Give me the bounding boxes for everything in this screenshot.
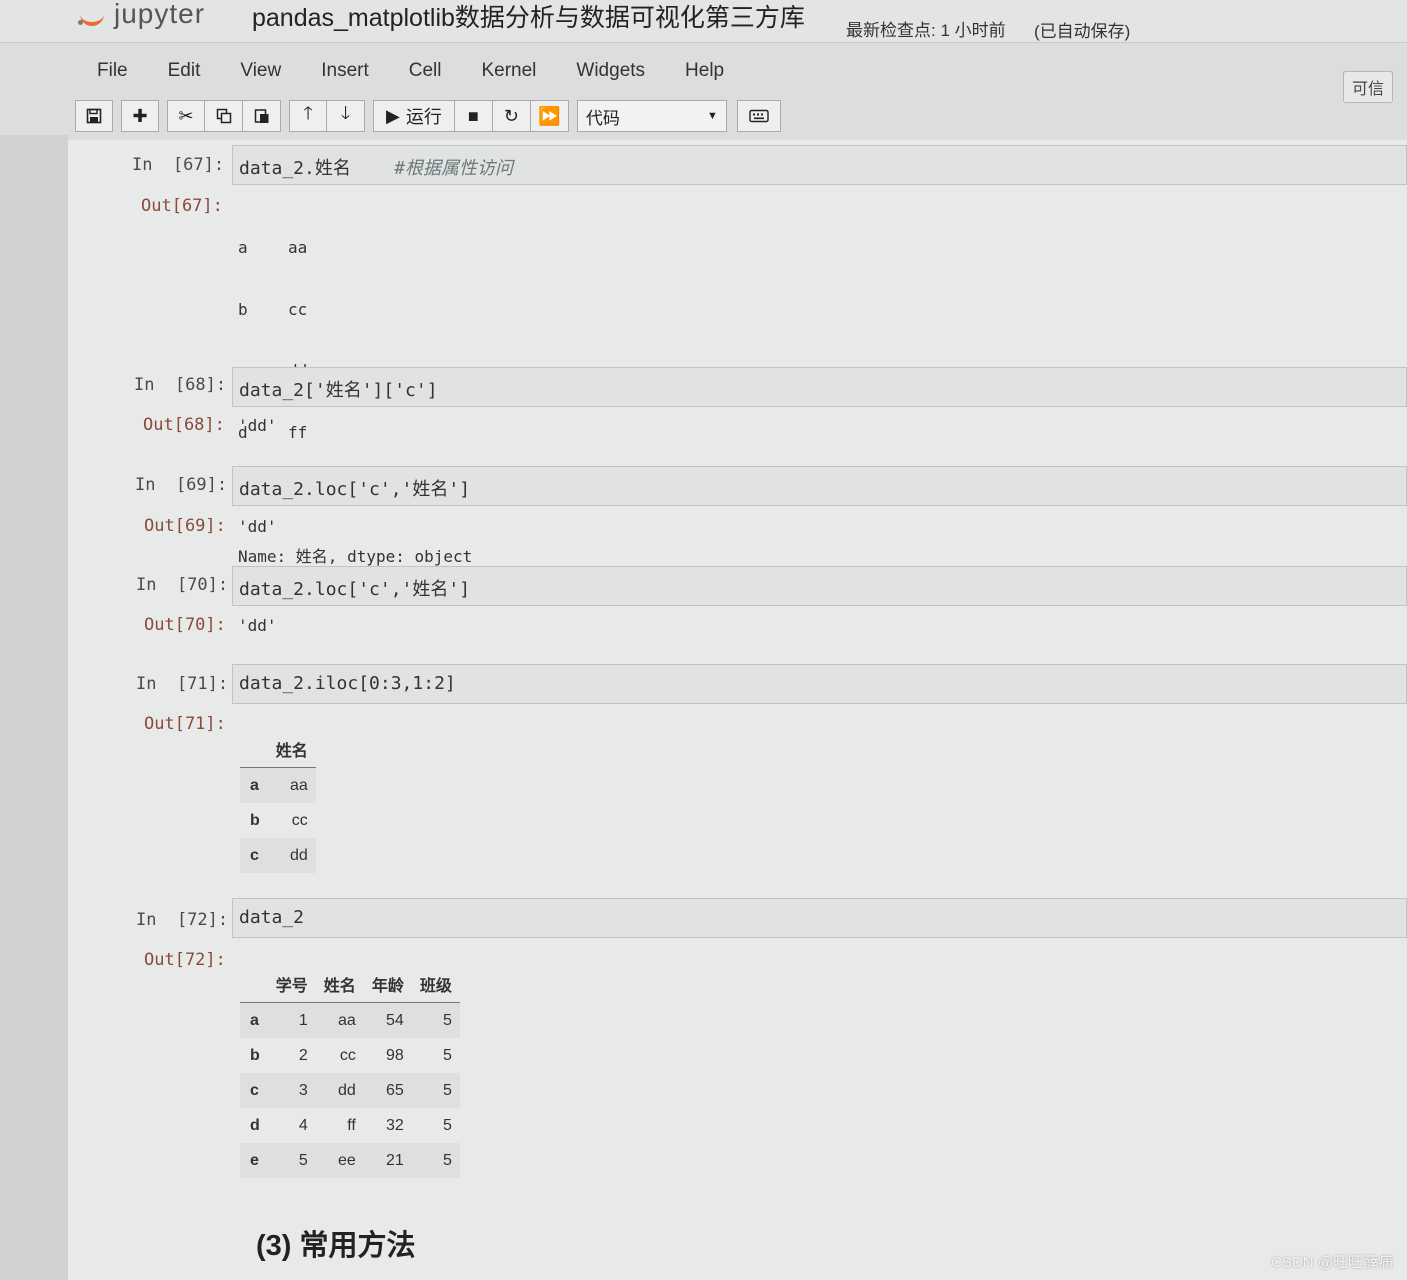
output-prompt: Out[72]: (144, 950, 226, 970)
menu-kernel[interactable]: Kernel (481, 60, 536, 82)
copy-button[interactable] (205, 100, 243, 132)
interrupt-button[interactable]: ■ (454, 100, 493, 132)
menu-widgets[interactable]: Widgets (576, 60, 645, 82)
refresh-icon: ↻ (503, 105, 519, 126)
table-row: d 4 ff 32 5 (250, 1116, 452, 1134)
scissors-icon: ✂ (178, 105, 194, 126)
move-down-button[interactable]: 🡓 (327, 100, 365, 132)
jupyter-logo-icon (78, 4, 106, 26)
code-cell-input[interactable]: data_2.loc['c','姓名'] (232, 466, 1407, 506)
column-header: 班级 (411, 966, 460, 1003)
menu-insert[interactable]: Insert (321, 60, 369, 82)
page-margin (0, 135, 68, 1280)
output-prompt: Out[67]: (141, 196, 223, 216)
autosave-status: (已自动保存) (1034, 22, 1131, 41)
arrow-down-icon: 🡓 (340, 103, 351, 123)
menu-edit[interactable]: Edit (168, 60, 201, 82)
dataframe-output: 姓名 a aa b cc c dd (240, 731, 316, 873)
paste-icon (254, 109, 268, 123)
cut-button[interactable]: ✂ (167, 100, 205, 132)
code-cell-input[interactable]: data_2 (232, 898, 1407, 938)
insert-cell-button[interactable]: ✚ (121, 100, 159, 132)
command-palette-button[interactable] (736, 100, 781, 132)
output-prompt: Out[70]: (144, 615, 226, 635)
plus-icon: ✚ (132, 105, 148, 126)
code-cell-input[interactable]: data_2.loc['c','姓名'] (232, 566, 1407, 606)
stop-icon: ■ (467, 105, 479, 126)
series-row: b cc (238, 299, 308, 319)
cell-output: 'dd' (238, 616, 277, 635)
table-header-row: 姓名 (240, 731, 316, 768)
dropdown-caret-icon: ▼ (706, 110, 718, 122)
code-cell-input[interactable]: data_2['姓名']['c'] (232, 367, 1407, 407)
keyboard-icon (749, 109, 769, 123)
column-header: 姓名 (267, 731, 316, 768)
input-prompt: In [68]: (134, 375, 227, 395)
table-row: b cc (250, 811, 308, 829)
code-cell-input[interactable]: data_2.姓名 #根据属性访问 (232, 145, 1407, 185)
table-row: a aa (240, 767, 316, 803)
table-row: c dd (240, 838, 316, 873)
input-prompt: In [67]: (132, 155, 225, 175)
logo-text: jupyter (114, 0, 206, 29)
restart-run-all-button[interactable]: ⏩ (530, 100, 569, 132)
code-comment: #根据属性访问 (394, 158, 514, 179)
paste-button[interactable] (243, 100, 281, 132)
menu-file[interactable]: File (97, 60, 128, 82)
markdown-heading: (3) 常用方法 (256, 1230, 416, 1262)
code-cell-input[interactable]: data_2.iloc[0:3,1:2] (232, 664, 1407, 704)
output-prompt: Out[69]: (144, 516, 226, 536)
output-prompt: Out[68]: (143, 415, 225, 435)
restart-button[interactable]: ↻ (492, 100, 531, 132)
input-prompt: In [71]: (136, 674, 229, 694)
input-prompt: In [69]: (135, 475, 228, 495)
toolbar: ✚ ✂ 🡑 🡓 ▶ 运行 ■ ↻ ⏩ 代码 ▼ (75, 98, 781, 134)
notebook-title[interactable]: pandas_matplotlib数据分析与数据可视化第三方库 (252, 0, 805, 34)
cell-type-value: 代码 (585, 108, 620, 128)
arrow-up-icon: 🡑 (303, 103, 313, 123)
copy-icon (216, 108, 231, 124)
series-footer: Name: 姓名, dtype: object (238, 547, 473, 567)
input-prompt: In [72]: (136, 910, 229, 930)
fast-forward-icon: ⏩ (538, 105, 561, 126)
dataframe-output: 学号 姓名 年龄 班级 a 1 aa 54 5 b 2 cc 98 5 c 3 dd 65 5 d 4 ff… (240, 966, 460, 1178)
table-row: c 3 dd 65 5 (240, 1073, 460, 1108)
jupyter-logo[interactable]: jupyter (78, 0, 205, 34)
cell-output: 'dd' (238, 517, 277, 536)
table-row: e 5 ee 21 5 (240, 1143, 460, 1178)
menu-cell[interactable]: Cell (409, 60, 442, 82)
table-header-row: 学号 姓名 年龄 班级 (240, 966, 460, 1003)
checkpoint-status: 最新检查点: 1 小时前 (846, 21, 1006, 40)
column-header: 姓名 (315, 966, 364, 1003)
move-up-button[interactable]: 🡑 (289, 100, 327, 132)
code-text: data_2.姓名 (239, 158, 351, 179)
run-button[interactable]: ▶ 运行 (373, 100, 455, 132)
series-row: a aa (238, 238, 308, 258)
save-button[interactable] (75, 100, 113, 132)
output-prompt: Out[71]: (144, 714, 226, 734)
notebook-header: jupyter pandas_matplotlib数据分析与数据可视化第三方库 … (0, 0, 1407, 43)
menu-bar: File Edit View Insert Cell Kernel Widget… (75, 48, 1407, 94)
column-header: 年龄 (363, 966, 412, 1003)
menu-help[interactable]: Help (685, 60, 724, 82)
cell-type-select[interactable]: 代码 ▼ (576, 100, 727, 132)
run-label: 运行 (405, 107, 442, 127)
column-header: 学号 (267, 966, 316, 1003)
cell-output: 'dd' (238, 416, 277, 435)
save-icon (86, 108, 102, 124)
table-row: b 2 cc 98 5 (250, 1046, 452, 1064)
table-row: a 1 aa 54 5 (240, 1002, 460, 1038)
input-prompt: In [70]: (136, 575, 229, 595)
menu-view[interactable]: View (240, 60, 281, 82)
play-icon: ▶ (386, 105, 400, 126)
trusted-indicator[interactable]: 可信 (1343, 71, 1394, 103)
watermark: CSDN @旺旺薛病 (1271, 1254, 1393, 1271)
